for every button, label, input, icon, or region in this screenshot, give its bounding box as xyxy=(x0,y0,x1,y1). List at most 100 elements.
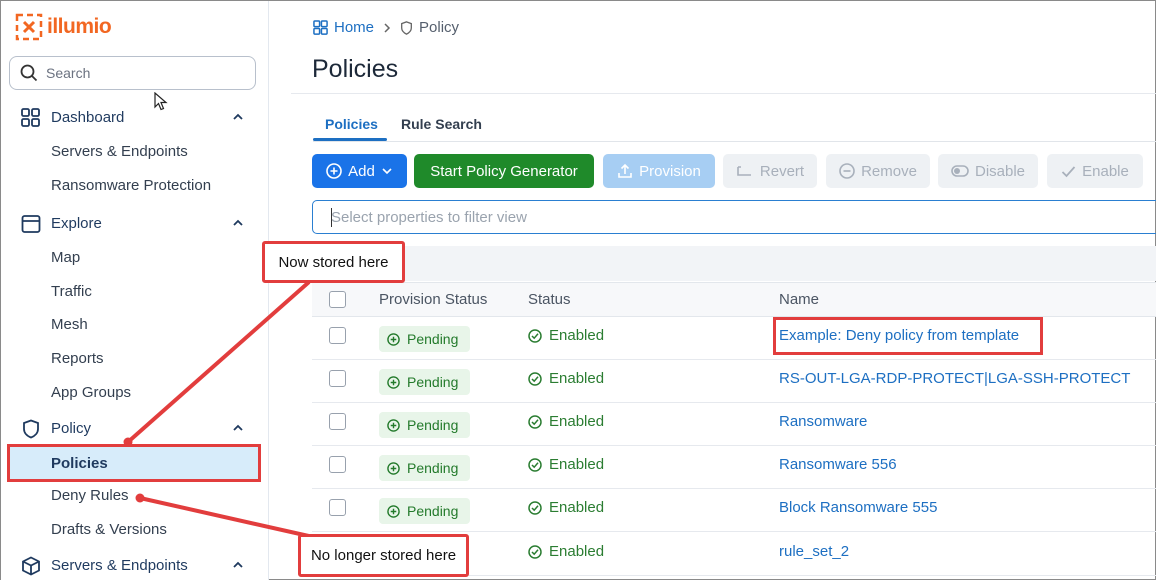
nav-dashboard[interactable]: Dashboard xyxy=(1,103,269,131)
text-cursor xyxy=(331,208,332,227)
breadcrumb-current: Policy xyxy=(419,19,460,36)
plus-circle-icon xyxy=(326,163,342,179)
status-cell: Enabled xyxy=(528,543,604,560)
status-text: Enabled xyxy=(549,413,605,430)
start-policy-generator-button[interactable]: Start Policy Generator xyxy=(414,154,594,188)
policy-name-link[interactable]: Ransomware 556 xyxy=(779,456,897,473)
header-divider xyxy=(291,93,1156,94)
table-row[interactable]: Pending Enabled RS-OUT-LGA-RDP-PROTECT|LGA… xyxy=(312,360,1156,403)
nav-app-groups[interactable]: App Groups xyxy=(51,384,131,401)
column-provision-status[interactable]: Provision Status xyxy=(379,291,487,308)
column-name[interactable]: Name xyxy=(779,291,819,308)
policy-name-link[interactable]: Block Ransomware 555 xyxy=(779,499,937,516)
provision-status-badge: Pending xyxy=(379,498,470,524)
table-row[interactable]: Pending Enabled Ransomware xyxy=(312,403,1156,446)
illumio-logo[interactable]: illumio xyxy=(15,13,112,41)
add-button-label: Add xyxy=(348,162,375,180)
breadcrumb-home[interactable]: Home xyxy=(334,19,374,36)
illumio-logo-icon xyxy=(15,13,43,41)
status-text: Enabled xyxy=(549,499,605,516)
status-cell: Enabled xyxy=(528,413,604,430)
chevron-up-icon[interactable] xyxy=(231,110,245,124)
row-checkbox[interactable] xyxy=(329,413,346,430)
table-toolbar-band xyxy=(312,246,1156,281)
callout-now-stored: Now stored here xyxy=(262,241,405,283)
chevron-up-icon[interactable] xyxy=(231,558,245,572)
nav-traffic[interactable]: Traffic xyxy=(51,283,92,300)
chevron-up-icon[interactable] xyxy=(231,421,245,435)
table-header: Provision Status Status Name xyxy=(312,282,1156,317)
check-circle-icon xyxy=(528,371,542,386)
search-placeholder: Search xyxy=(46,65,91,81)
provision-button[interactable]: Provision xyxy=(603,154,715,188)
search-input[interactable]: Search xyxy=(9,56,256,90)
nav-reports[interactable]: Reports xyxy=(51,350,104,367)
tab-rule-search[interactable]: Rule Search xyxy=(401,116,482,132)
add-button[interactable]: Add xyxy=(312,154,407,188)
table-row[interactable]: Pending Enabled Block Ransomware 555 xyxy=(312,489,1156,532)
tab-policies[interactable]: Policies xyxy=(325,116,378,132)
status-text: Enabled xyxy=(549,543,605,560)
callout-now-stored-text: Now stored here xyxy=(278,253,389,271)
nav-map[interactable]: Map xyxy=(51,249,80,266)
row-checkbox[interactable] xyxy=(329,370,346,387)
filter-placeholder: Select properties to filter view xyxy=(331,209,527,226)
table-row[interactable]: Pending Enabled Ransomware 556 xyxy=(312,446,1156,489)
callout-no-longer-stored-text: No longer stored here xyxy=(310,547,457,564)
provision-status-badge: Pending xyxy=(379,369,470,395)
provision-status-text: Pending xyxy=(407,503,459,519)
check-circle-icon xyxy=(528,328,542,343)
minus-circle-icon xyxy=(839,163,855,179)
row-checkbox[interactable] xyxy=(329,456,346,473)
nav-deny-rules[interactable]: Deny Rules xyxy=(51,487,129,504)
select-all-checkbox[interactable] xyxy=(329,291,346,308)
nav-policies-label: Policies xyxy=(51,455,108,472)
nav-mesh[interactable]: Mesh xyxy=(51,316,88,333)
row-checkbox[interactable] xyxy=(329,327,346,344)
status-cell: Enabled xyxy=(528,370,604,387)
filter-input[interactable]: Select properties to filter view xyxy=(312,200,1156,234)
status-cell: Enabled xyxy=(528,499,604,516)
nav-drafts-versions[interactable]: Drafts & Versions xyxy=(51,521,167,538)
nav-servers-endpoints-section[interactable]: Servers & Endpoints xyxy=(1,551,269,579)
revert-icon xyxy=(737,166,751,176)
policy-name-link[interactable]: Ransomware xyxy=(779,413,867,430)
remove-button[interactable]: Remove xyxy=(826,154,930,188)
disable-button-label: Disable xyxy=(974,162,1026,180)
check-circle-icon xyxy=(528,457,542,472)
logo-text: illumio xyxy=(47,15,112,38)
nav-ransomware-protection[interactable]: Ransomware Protection xyxy=(51,177,211,194)
provision-status-text: Pending xyxy=(407,460,459,476)
search-icon xyxy=(20,64,38,82)
nav-servers-endpoints[interactable]: Servers & Endpoints xyxy=(51,143,188,160)
cube-icon xyxy=(22,556,40,576)
revert-button[interactable]: Revert xyxy=(723,154,817,188)
nav-policy[interactable]: Policy xyxy=(1,414,269,442)
shield-icon xyxy=(401,20,412,35)
nav-policies-active[interactable]: Policies xyxy=(7,444,261,482)
plus-circle-icon xyxy=(387,461,400,475)
plus-circle-icon xyxy=(387,332,400,346)
chevron-up-icon[interactable] xyxy=(231,216,245,230)
check-circle-icon xyxy=(528,414,542,429)
enable-button-label: Enable xyxy=(1082,162,1129,180)
shield-icon xyxy=(23,419,39,439)
provision-status-text: Pending xyxy=(407,374,459,390)
explore-icon xyxy=(21,215,41,233)
disable-button[interactable]: Disable xyxy=(938,154,1038,188)
policy-name-link[interactable]: RS-OUT-LGA-RDP-PROTECT|LGA-SSH-PROTECT xyxy=(779,370,1130,387)
column-status[interactable]: Status xyxy=(528,291,571,308)
check-circle-icon xyxy=(528,544,542,559)
provision-status-text: Pending xyxy=(407,417,459,433)
provision-button-label: Provision xyxy=(639,162,701,180)
row-checkbox[interactable] xyxy=(329,499,346,516)
provision-status-badge: Pending xyxy=(379,326,470,352)
nav-explore[interactable]: Explore xyxy=(1,209,269,237)
dashboard-icon xyxy=(21,108,40,127)
enable-button[interactable]: Enable xyxy=(1047,154,1143,188)
provision-status-badge: Pending xyxy=(379,412,470,438)
start-policy-generator-label: Start Policy Generator xyxy=(430,162,578,180)
policy-name-link[interactable]: rule_set_2 xyxy=(779,543,849,560)
plus-circle-icon xyxy=(387,418,400,432)
upload-icon xyxy=(618,163,632,178)
